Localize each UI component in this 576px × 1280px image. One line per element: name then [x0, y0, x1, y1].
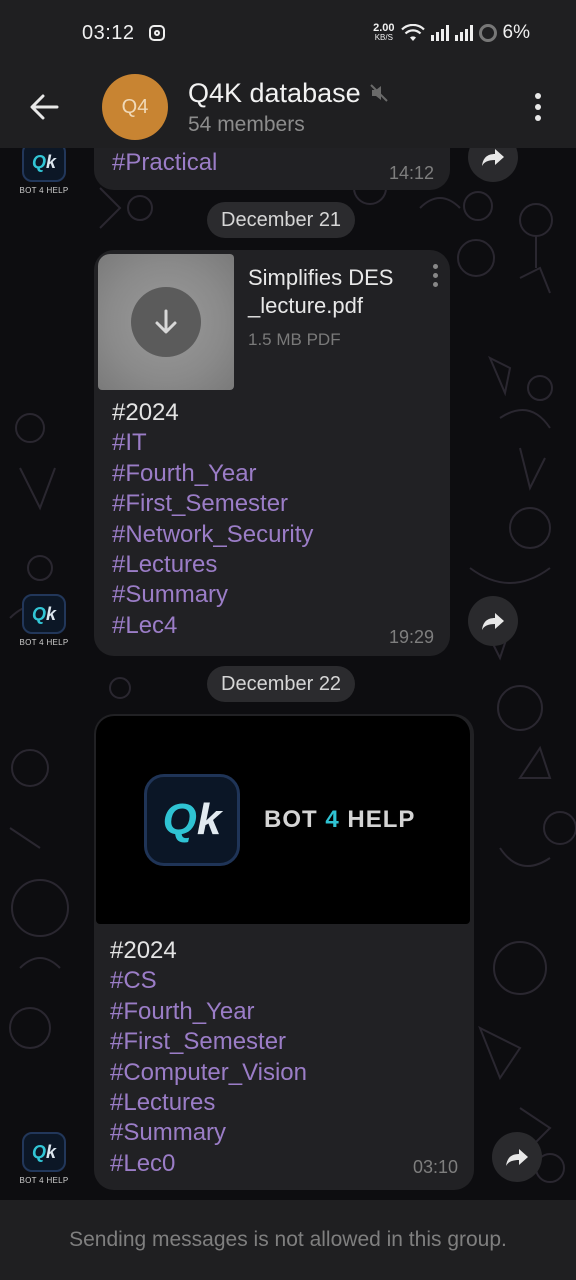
- bot-caption: BOT 4 HELP: [19, 638, 69, 647]
- hashtag-link[interactable]: #Network_Security: [112, 520, 313, 550]
- share-icon: [506, 1149, 528, 1166]
- instagram-icon: [148, 25, 165, 41]
- forward-button[interactable]: [492, 1132, 542, 1182]
- back-button[interactable]: [0, 66, 88, 148]
- hashtag-link[interactable]: #Summary: [112, 580, 313, 610]
- network-speed: 2.00 KB/S: [373, 22, 395, 43]
- banner-text: BOT 4 HELP: [264, 806, 416, 833]
- banner-logo: Qk: [144, 774, 240, 866]
- group-avatar[interactable]: Q4: [102, 74, 168, 140]
- hashtag-link[interactable]: #Computer_Vision: [110, 1058, 307, 1088]
- bot-caption: BOT 4 HELP: [19, 1176, 69, 1185]
- signal-icon-2: [454, 25, 473, 41]
- file-options-button[interactable]: [433, 264, 438, 287]
- member-count: 54 members: [188, 112, 305, 136]
- message-bubble[interactable]: Simplifies DES _lecture.pdf 1.5 MB PDF #…: [94, 250, 450, 656]
- hashtag-link[interactable]: #CS: [110, 966, 307, 996]
- download-arrow-icon: [155, 309, 177, 334]
- file-name[interactable]: Simplifies DES _lecture.pdf: [248, 264, 418, 320]
- forward-button[interactable]: [468, 596, 518, 646]
- sender-avatar[interactable]: Qk BOT 4 HELP: [16, 148, 72, 198]
- hashtag-link[interactable]: #First_Semester: [110, 1027, 307, 1057]
- bot-logo: Qk: [22, 594, 66, 634]
- hashtag-link[interactable]: #Lectures: [110, 1088, 307, 1118]
- message-year: #2024: [110, 937, 177, 964]
- battery-percent: 6%: [502, 22, 530, 43]
- file-thumbnail[interactable]: [98, 254, 234, 390]
- file-size: 1.5 MB PDF: [248, 330, 341, 349]
- more-dot-icon: [535, 104, 541, 110]
- share-icon: [482, 613, 504, 630]
- hashtag-link[interactable]: #Lectures: [112, 550, 313, 580]
- message-year: #2024: [112, 399, 179, 426]
- hashtag-link[interactable]: #First_Semester: [112, 489, 313, 519]
- message-text: #2024 #IT #Fourth_Year #First_Semester #…: [112, 398, 313, 641]
- more-dot-icon: [535, 93, 541, 99]
- hashtag-link[interactable]: #Practical: [112, 148, 217, 178]
- bot-logo: Qk: [22, 148, 66, 182]
- hashtag-link[interactable]: #Lec4: [112, 611, 313, 641]
- bot-banner-image[interactable]: Qk BOT 4 HELP: [96, 716, 470, 924]
- hashtag-link[interactable]: #IT: [112, 428, 313, 458]
- hashtag-link[interactable]: #Fourth_Year: [110, 997, 307, 1027]
- status-bar: 03:12 2.00 KB/S 6%: [0, 0, 576, 66]
- chat-title-block[interactable]: Q4K database 54 members: [188, 78, 389, 137]
- chat-header: Q4 Q4K database 54 members: [0, 66, 576, 148]
- more-options-button[interactable]: [500, 66, 576, 148]
- share-icon: [482, 149, 504, 166]
- bot-logo: Qk: [22, 1132, 66, 1172]
- sender-avatar[interactable]: Qk BOT 4 HELP: [16, 594, 72, 650]
- more-dot-icon: [535, 115, 541, 121]
- message-time: 03:10: [412, 1157, 458, 1177]
- message-time: 19:29: [388, 627, 434, 647]
- network-speed-value: 2.00: [373, 22, 395, 34]
- sender-avatar[interactable]: Qk BOT 4 HELP: [16, 1132, 72, 1188]
- notice-text: Sending messages is not allowed in this …: [69, 1228, 507, 1251]
- network-speed-unit: KB/S: [374, 33, 393, 42]
- message-list[interactable]: Qk BOT 4 HELP #Practical 14:12 December …: [0, 148, 576, 1200]
- message-bubble[interactable]: #Practical 14:12: [94, 148, 450, 190]
- date-separator: December 22: [207, 666, 356, 702]
- date-separator: December 21: [207, 202, 356, 238]
- input-disabled-notice: Sending messages is not allowed in this …: [0, 1200, 576, 1280]
- bot-caption: BOT 4 HELP: [19, 186, 69, 195]
- download-button[interactable]: [131, 287, 201, 357]
- chat-title: Q4K database: [188, 77, 361, 108]
- message-text: #2024 #CS #Fourth_Year #First_Semester #…: [110, 936, 307, 1179]
- signal-icon: [430, 25, 449, 41]
- message-time: 14:12: [388, 163, 434, 183]
- muted-icon: [369, 84, 388, 102]
- status-time: 03:12: [82, 21, 135, 44]
- hashtag-link[interactable]: #Lec0: [110, 1149, 307, 1179]
- battery-icon: [478, 24, 497, 42]
- arrow-left-icon: [30, 94, 59, 120]
- message-bubble[interactable]: Qk BOT 4 HELP #2024 #CS #Fourth_Year #Fi…: [94, 714, 474, 1190]
- hashtag-link[interactable]: #Fourth_Year: [112, 459, 313, 489]
- hashtag-link[interactable]: #Summary: [110, 1118, 307, 1148]
- wifi-icon: [400, 24, 425, 41]
